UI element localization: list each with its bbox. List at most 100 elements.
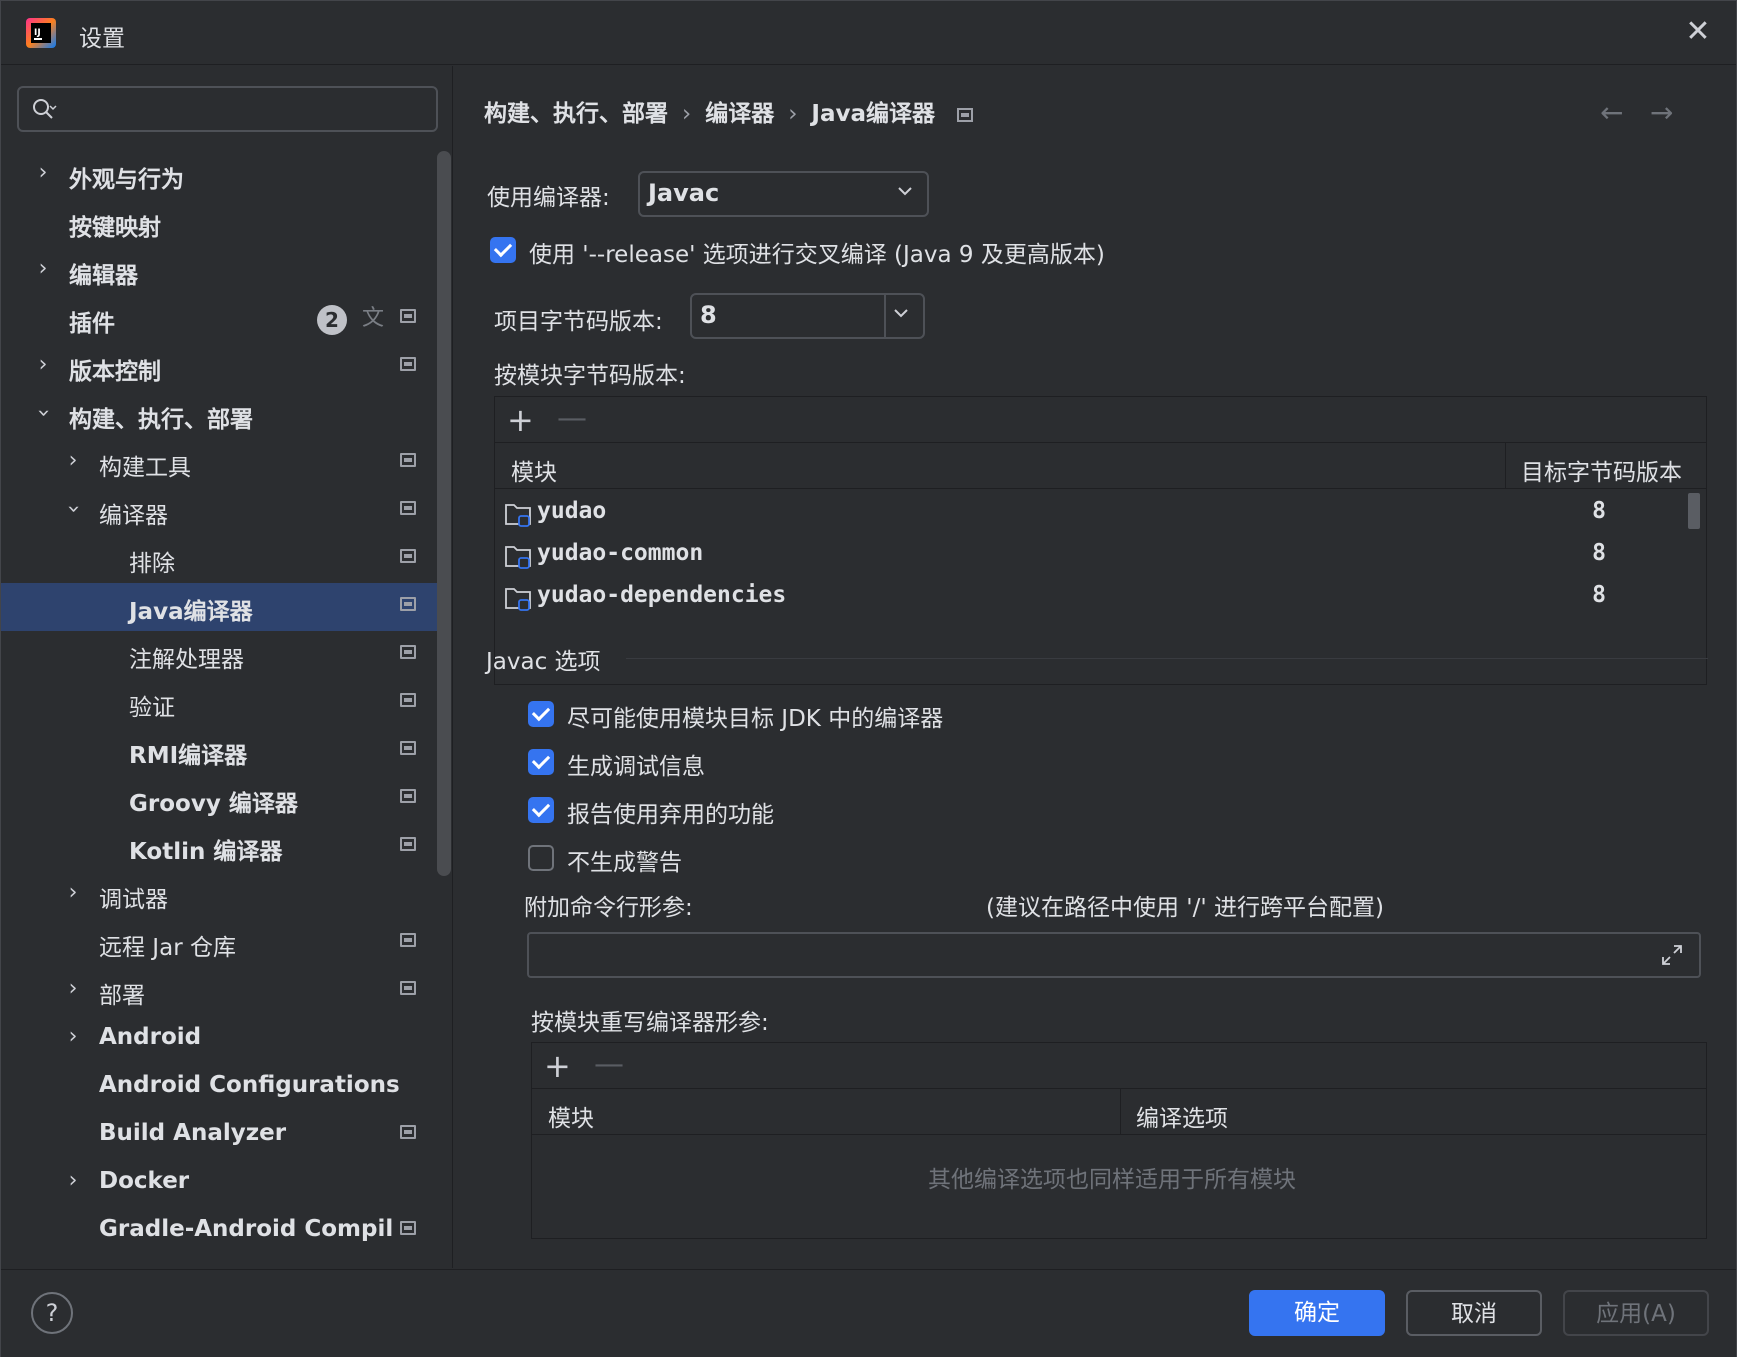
sidebar-item-kotlin-compiler[interactable]: Kotlin 编译器	[1, 823, 451, 871]
sidebar-item-label: 编辑器	[69, 263, 138, 289]
override-params-table: + — 模块 编译选项 其他编译选项也同样适用于所有模块	[531, 1042, 1707, 1239]
sidebar-item-build-tools[interactable]: › 构建工具	[1, 439, 451, 487]
chevron-right-icon[interactable]: ›	[31, 353, 55, 377]
chevron-right-icon[interactable]: ›	[61, 881, 85, 905]
settings-search-box[interactable]	[17, 86, 438, 132]
sidebar-item-validation[interactable]: 验证	[1, 679, 451, 727]
chevron-down-icon	[894, 309, 908, 318]
sidebar-item-editor[interactable]: › 编辑器	[1, 247, 451, 295]
column-header-module[interactable]: 模块	[511, 453, 557, 487]
sidebar-item-vcs[interactable]: › 版本控制	[1, 343, 451, 391]
sidebar-item-label: 排除	[129, 551, 175, 577]
forward-arrow-icon[interactable]: →	[1650, 96, 1673, 129]
chevron-down-icon[interactable]: ›	[31, 401, 56, 425]
javac-section-title: Javac 选项	[486, 649, 601, 675]
release-option-checkbox[interactable]	[490, 237, 516, 263]
column-separator[interactable]	[1505, 443, 1506, 489]
module-name: yudao-dependencies	[537, 582, 787, 608]
sidebar-item-debugger[interactable]: › 调试器	[1, 871, 451, 919]
chevron-right-icon[interactable]: ›	[31, 161, 55, 185]
chevron-right-icon[interactable]: ›	[61, 1025, 85, 1049]
ok-button[interactable]: 确定	[1249, 1290, 1385, 1336]
column-separator[interactable]	[1120, 1089, 1121, 1135]
sidebar-item-deployment[interactable]: › 部署	[1, 967, 451, 1015]
add-icon[interactable]: +	[507, 401, 534, 439]
sidebar-item-build[interactable]: › 构建、执行、部署	[1, 391, 451, 439]
compiler-select[interactable]: Javac	[638, 171, 929, 217]
module-bytecode-table: + — 模块 目标字节码版本 yudao 8 yudao-common 8 yu…	[494, 396, 1707, 685]
table-row[interactable]: yudao-common 8	[495, 534, 1706, 576]
cmdline-params-label: 附加命令行形参:	[524, 895, 693, 921]
table-row[interactable]: yudao-dependencies 8	[495, 576, 1706, 618]
help-button[interactable]: ?	[31, 1292, 73, 1334]
cmdline-params-input[interactable]	[527, 932, 1701, 978]
sidebar-item-label: Kotlin 编译器	[129, 839, 283, 865]
sidebar-item-build-analyzer[interactable]: Build Analyzer	[1, 1111, 451, 1159]
sidebar-item-appearance[interactable]: › 外观与行为	[1, 151, 451, 199]
sidebar-item-label: 调试器	[99, 887, 168, 913]
sidebar-item-remote-jar[interactable]: 远程 Jar 仓库	[1, 919, 451, 967]
search-icon	[33, 99, 57, 119]
table-scrollbar[interactable]	[1688, 493, 1700, 529]
sidebar-item-rmi-compiler[interactable]: RMI编译器	[1, 727, 451, 775]
sidebar-item-android[interactable]: › Android	[1, 1015, 451, 1063]
project-scope-icon	[400, 741, 416, 755]
plugins-count-badge: 2	[317, 305, 347, 335]
column-header-compile-options[interactable]: 编译选项	[1136, 1099, 1228, 1133]
close-icon[interactable]: ✕	[1682, 17, 1714, 49]
back-arrow-icon[interactable]: ←	[1600, 96, 1623, 129]
per-module-bytecode-label: 按模块字节码版本:	[494, 363, 686, 389]
no-warnings-checkbox[interactable]	[528, 845, 554, 871]
chevron-down-icon[interactable]: ›	[61, 497, 86, 521]
breadcrumb-item[interactable]: 编译器	[705, 94, 774, 128]
sidebar-item-keymap[interactable]: 按键映射	[1, 199, 451, 247]
project-scope-icon	[400, 837, 416, 851]
sidebar-item-groovy-compiler[interactable]: Groovy 编译器	[1, 775, 451, 823]
module-folder-icon	[505, 546, 531, 569]
sidebar-item-docker[interactable]: › Docker	[1, 1159, 451, 1207]
column-header-target-version[interactable]: 目标字节码版本	[1521, 453, 1682, 487]
cmdline-params-hint: (建议在路径中使用 '/' 进行跨平台配置)	[986, 895, 1384, 921]
translate-icon: 文	[361, 306, 384, 331]
chevron-right-icon[interactable]: ›	[31, 257, 55, 281]
chevron-right-icon[interactable]: ›	[61, 1169, 85, 1193]
apply-button[interactable]: 应用(A)	[1563, 1290, 1709, 1336]
debug-info-checkbox[interactable]	[528, 749, 554, 775]
column-header-module[interactable]: 模块	[548, 1099, 594, 1133]
module-version[interactable]: 8	[1592, 498, 1606, 524]
sidebar-item-java-compiler[interactable]: Java编译器	[1, 583, 451, 631]
window-title: 设置	[79, 26, 125, 52]
sidebar-item-plugins[interactable]: 插件 2 文	[1, 295, 451, 343]
sidebar-item-excludes[interactable]: 排除	[1, 535, 451, 583]
remove-icon: —	[557, 401, 587, 436]
sidebar-item-compiler[interactable]: › 编译器	[1, 487, 451, 535]
sidebar-scrollbar[interactable]	[437, 151, 451, 876]
report-deprecated-checkbox[interactable]	[528, 797, 554, 823]
expand-icon[interactable]	[1659, 942, 1685, 968]
cancel-button[interactable]: 取消	[1406, 1290, 1542, 1336]
bytecode-version-value: 8	[700, 301, 717, 329]
section-divider	[626, 658, 1708, 659]
chevron-right-icon[interactable]: ›	[61, 977, 85, 1001]
override-params-label: 按模块重写编译器形参:	[531, 1010, 769, 1036]
module-version[interactable]: 8	[1592, 540, 1606, 566]
use-module-jdk-checkbox[interactable]	[528, 701, 554, 727]
add-icon[interactable]: +	[544, 1047, 571, 1085]
sidebar-item-label: 远程 Jar 仓库	[99, 935, 236, 961]
breadcrumb-separator-icon: ›	[682, 101, 692, 127]
breadcrumb-item[interactable]: 构建、执行、部署	[484, 94, 668, 128]
search-input[interactable]	[69, 94, 429, 124]
project-scope-icon	[400, 933, 416, 947]
module-name: yudao-common	[537, 540, 704, 566]
sidebar-item-label: 构建、执行、部署	[69, 407, 253, 433]
module-version[interactable]: 8	[1592, 582, 1606, 608]
project-scope-icon	[400, 549, 416, 563]
bytecode-version-combo[interactable]: 8	[690, 293, 925, 339]
table-row[interactable]: yudao 8	[495, 492, 1706, 534]
chevron-right-icon[interactable]: ›	[61, 449, 85, 473]
sidebar-item-android-configurations[interactable]: Android Configurations	[1, 1063, 451, 1111]
sidebar-item-label: Gradle-Android Compil	[99, 1216, 394, 1242]
sidebar-item-gradle-android-compiler[interactable]: Gradle-Android Compil	[1, 1207, 451, 1255]
sidebar-item-annotation-processors[interactable]: 注解处理器	[1, 631, 451, 679]
sidebar-item-label: RMI编译器	[129, 743, 248, 769]
